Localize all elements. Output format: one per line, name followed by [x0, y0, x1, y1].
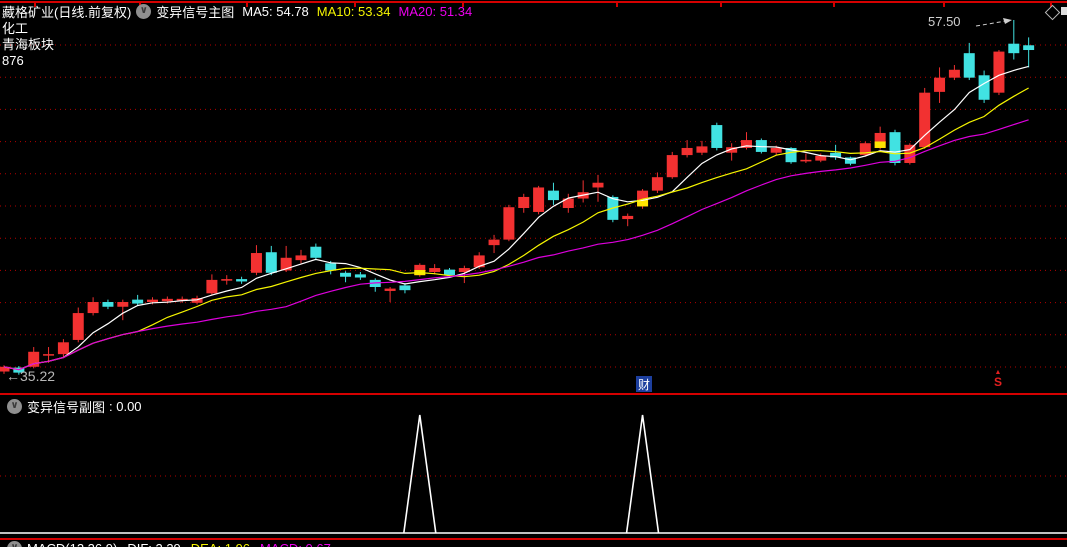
- candle-body: [132, 299, 144, 304]
- candle-body: [533, 187, 545, 212]
- candle-body: [948, 69, 960, 78]
- news-cai-marker-badge[interactable]: 财: [636, 376, 652, 392]
- stock-info-block: 化工 青海板块 876: [2, 21, 54, 69]
- candle-body: [384, 288, 396, 291]
- macd-dropdown-icon[interactable]: ∨: [7, 540, 22, 547]
- candle-body: [399, 285, 411, 291]
- sell-marker-letter: S: [993, 375, 1002, 389]
- candle-body: [295, 255, 307, 261]
- signal-spike: [403, 414, 437, 534]
- candle-body: [651, 177, 663, 191]
- app-window: 藏格矿业(日线.前复权) ∨ 变异信号主图 MA5: 54.78 MA10: 5…: [0, 0, 1067, 547]
- subchart-indicator-value: : 0.00: [109, 398, 142, 414]
- candle-body: [711, 125, 723, 148]
- main-chart-header: 藏格矿业(日线.前复权) ∨ 变异信号主图 MA5: 54.78 MA10: 5…: [2, 2, 473, 21]
- low-price-annotation: ←35.22: [6, 368, 56, 384]
- high-price-arrow: [975, 18, 1012, 27]
- high-price-annotation: 57.50: [928, 14, 961, 29]
- ma20-value-label: MA20: 51.34: [398, 3, 473, 19]
- candle-body: [503, 207, 515, 240]
- candle-body: [547, 190, 559, 201]
- candle-body: [87, 302, 99, 314]
- code-label: 876: [2, 53, 24, 68]
- candle-body: [815, 155, 827, 161]
- sell-signal-marker: ▲ S: [990, 369, 1006, 388]
- candle-body: [57, 342, 69, 355]
- candle-body: [117, 302, 129, 307]
- corner-partial-icon: [1061, 7, 1067, 15]
- candle-body: [72, 313, 84, 340]
- candle-body: [444, 269, 455, 276]
- ma10-value-label: MA10: 53.34: [316, 3, 391, 19]
- candle-body: [488, 239, 500, 246]
- candle-body: [681, 147, 693, 156]
- macd-value-label: MACD: 0.67: [260, 541, 331, 547]
- macd-footer-row: ∨ MACD(12,26,9) DIF: 2.39 DEA: 1.96 MACD…: [2, 540, 341, 547]
- candle-body: [934, 77, 946, 92]
- candle-body: [770, 147, 782, 153]
- candle-body: [429, 268, 441, 272]
- indicator-dropdown-icon[interactable]: ∨: [136, 3, 152, 19]
- ma5-value-label: MA5: 54.78: [242, 3, 309, 19]
- industry-label: 化工: [2, 21, 29, 36]
- candle-body: [800, 159, 812, 162]
- stock-title: 藏格矿业(日线.前复权): [2, 4, 132, 20]
- main-indicator-name[interactable]: 变异信号主图: [156, 2, 234, 21]
- dea-value-label: DEA: 1.96: [191, 541, 250, 547]
- candle-body: [265, 252, 277, 273]
- candle-body: [978, 75, 990, 100]
- subchart-indicator-name[interactable]: 变异信号副图: [27, 397, 105, 416]
- candle-body: [102, 302, 114, 307]
- candle-body: [592, 182, 604, 188]
- candle-body: [622, 215, 634, 220]
- dif-value-label: DIF: 2.39: [127, 541, 180, 547]
- candle-body: [310, 246, 322, 258]
- candle-body: [696, 146, 708, 153]
- signal-patch: [874, 141, 886, 148]
- candle-body: [1008, 43, 1020, 54]
- ma20-line: [3, 119, 1029, 371]
- candle-body: [1023, 45, 1035, 51]
- candle-body: [161, 298, 173, 302]
- candle-body: [904, 144, 916, 163]
- signal-subchart[interactable]: [0, 395, 1067, 547]
- sector-label: 青海板块: [2, 37, 55, 52]
- candle-body: [963, 53, 975, 78]
- subchart-header: ∨ 变异信号副图 : 0.00: [2, 397, 142, 416]
- candle-body: [206, 279, 218, 294]
- candle-body: [28, 351, 40, 367]
- candle-body: [43, 354, 55, 356]
- candle-body: [354, 274, 366, 278]
- candle-body: [340, 272, 352, 277]
- candle-body: [236, 279, 248, 282]
- candle-body: [221, 279, 233, 281]
- candle-body: [666, 155, 678, 178]
- macd-params-label: MACD(12,26,9): [27, 541, 117, 547]
- ma5-line: [3, 65, 1029, 371]
- signal-spike: [625, 414, 660, 534]
- subchart-dropdown-icon[interactable]: ∨: [7, 398, 22, 414]
- candle-body: [325, 263, 337, 271]
- candle-body: [518, 196, 530, 209]
- candle-body: [147, 299, 158, 303]
- candle-body: [889, 132, 901, 163]
- candle-body: [993, 51, 1005, 93]
- main-candlestick-chart[interactable]: [0, 0, 1067, 393]
- candle-body: [250, 253, 262, 273]
